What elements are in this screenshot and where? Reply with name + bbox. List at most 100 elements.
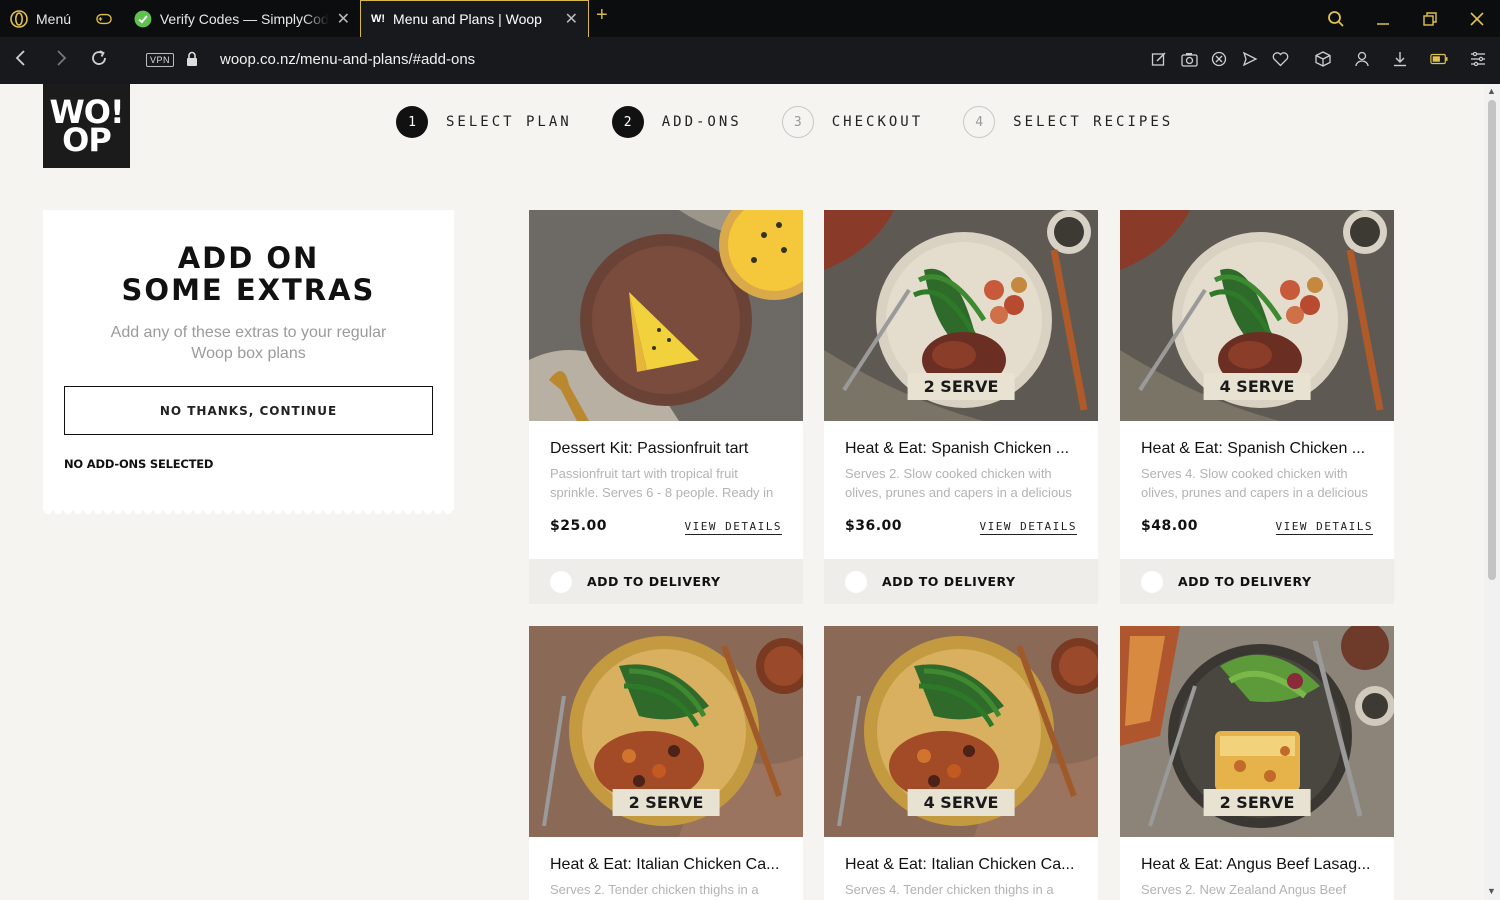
easy-setup-icon[interactable] [1469,50,1487,68]
product-image[interactable]: 4 SERVE [824,626,1098,837]
step-select-recipes[interactable]: 4 SELECT RECIPES [963,106,1173,138]
profile-icon[interactable] [1353,50,1371,68]
add-to-delivery-toggle[interactable]: ADD TO DELIVERY [529,559,803,604]
view-details-link[interactable]: VIEW DETAILS [979,520,1077,535]
gamepad-icon [96,13,112,24]
product-name: Heat & Eat: Italian Chicken Ca... [845,856,1075,873]
product-name: Heat & Eat: Italian Chicken Ca... [550,856,780,873]
product-name: Dessert Kit: Passionfruit tart [550,440,749,457]
product-image[interactable]: 4 SERVE [1120,210,1394,421]
add-ons-summary-panel: ADD ON SOME EXTRAS Add any of these extr… [43,210,454,516]
lock-icon[interactable] [186,51,198,72]
step-label: SELECT PLAN [446,114,572,130]
tab-label: Verify Codes — SimplyCodes [159,10,329,27]
product-card: 2 SERVE Heat & Eat: Angus Beef Lasag... … [1120,626,1394,900]
step-number: 3 [781,106,814,138]
product-description: Serves 2. Slow cooked chicken with olive… [845,466,1072,500]
address-bar: VPN woop.co.nz/menu-and-plans/#add-ons [0,37,1500,84]
woop-favicon-icon: W! [371,13,386,25]
product-image[interactable] [529,210,803,421]
scroll-down-arrow-icon[interactable]: ▼ [1487,886,1496,896]
serve-badge: 2 SERVE [612,789,720,816]
scrollbar-thumb[interactable] [1488,100,1496,580]
add-to-delivery-toggle[interactable]: ADD TO DELIVERY [1120,559,1394,604]
box-icon[interactable] [1314,50,1332,68]
product-card: 2 SERVE Heat & Eat: Italian Chicken Ca..… [529,626,803,900]
product-image[interactable]: 2 SERVE [529,626,803,837]
product-card: Dessert Kit: Passionfruit tart Passionfr… [529,210,803,604]
add-radio[interactable] [845,570,867,593]
product-card: 4 SERVE Heat & Eat: Italian Chicken Ca..… [824,626,1098,900]
step-label: CHECKOUT [831,114,924,130]
product-description: Passionfruit tart with tropical fruit sp… [550,466,774,500]
product-price: $48.00 [1141,518,1199,534]
close-tab-icon[interactable]: ✕ [565,9,578,29]
tab-woop[interactable]: W! Menu and Plans | Woop ✕ [360,0,589,37]
tab-menu[interactable]: Menú [0,0,86,37]
serve-badge: 4 SERVE [907,789,1015,816]
view-details-link[interactable]: VIEW DETAILS [684,520,782,535]
heart-icon[interactable] [1271,50,1289,68]
download-icon[interactable] [1391,50,1409,68]
product-name: Heat & Eat: Spanish Chicken ... [845,440,1070,457]
panel-title: ADD ON SOME EXTRAS [43,242,454,306]
add-to-delivery-toggle[interactable]: ADD TO DELIVERY [824,559,1098,604]
add-radio[interactable] [550,570,572,593]
edit-icon[interactable] [1150,50,1168,68]
adblock-icon[interactable] [1210,50,1228,68]
product-card: 4 SERVE Heat & Eat: Spanish Chicken ... … [1120,210,1394,604]
page-scrollbar[interactable]: ▲ ▼ [1484,84,1500,900]
checkout-steps: 1 SELECT PLAN 2 ADD-ONS 3 CHECKOUT 4 SEL… [396,106,1213,138]
product-description: Serves 2. Tender chicken thighs in a [550,882,759,897]
step-number: 1 [396,106,428,138]
search-icon[interactable] [1316,0,1356,37]
woop-logo[interactable]: WO! OP [43,84,130,168]
add-radio[interactable] [1141,570,1163,593]
close-window-icon[interactable] [1457,0,1497,37]
send-icon[interactable] [1241,50,1259,68]
product-image[interactable]: 2 SERVE [824,210,1098,421]
forward-icon[interactable] [54,49,68,72]
no-thanks-continue-button[interactable]: NO THANKS, CONTINUE [64,386,433,435]
restore-icon[interactable] [1410,0,1450,37]
minimize-icon[interactable] [1363,0,1403,37]
step-number: 2 [611,106,644,138]
product-description: Serves 2. New Zealand Angus Beef [1141,882,1347,897]
tab-simplycodes[interactable]: Verify Codes — SimplyCodes ✕ [124,0,360,37]
step-label: ADD-ONS [661,114,742,130]
url-input[interactable]: woop.co.nz/menu-and-plans/#add-ons [220,51,475,68]
product-name: Heat & Eat: Angus Beef Lasag... [1141,856,1371,873]
new-tab-button[interactable]: + [596,4,608,27]
simplycodes-icon [134,10,152,27]
add-to-delivery-label: ADD TO DELIVERY [882,574,1016,589]
browser-tab-bar: Menú Verify Codes — SimplyCodes ✕ W! Men… [0,0,1500,37]
battery-saver-icon[interactable] [1430,50,1448,68]
product-description: Serves 4. Tender chicken thighs in a [845,882,1054,897]
logo-line-2: OP [62,121,112,159]
serve-badge: 4 SERVE [1203,373,1311,400]
page-content: WO! OP 1 SELECT PLAN 2 ADD-ONS 3 CHECKOU… [0,84,1484,900]
panel-subtitle: Add any of these extras to your regular … [110,324,387,362]
view-details-link[interactable]: VIEW DETAILS [1275,520,1373,535]
product-name: Heat & Eat: Spanish Chicken ... [1141,440,1366,457]
tart-image [529,210,803,421]
product-card: 2 SERVE Heat & Eat: Spanish Chicken ... … [824,210,1098,604]
vpn-badge[interactable]: VPN [146,53,175,67]
add-ons-status: NO ADD-ONS SELECTED [64,457,214,471]
back-icon[interactable] [14,49,28,72]
product-image[interactable]: 2 SERVE [1120,626,1394,837]
reload-icon[interactable] [90,49,108,72]
opera-icon [10,9,28,28]
step-select-plan[interactable]: 1 SELECT PLAN [396,106,572,138]
tab-gaming[interactable] [86,0,122,37]
camera-icon[interactable] [1180,50,1198,68]
close-tab-icon[interactable]: ✕ [337,9,350,29]
panel-title-line-1: ADD ON [177,241,320,275]
tab-label: Menú [36,10,72,27]
add-to-delivery-label: ADD TO DELIVERY [1178,574,1312,589]
step-checkout[interactable]: 3 CHECKOUT [781,106,924,138]
add-to-delivery-label: ADD TO DELIVERY [587,574,721,589]
product-description: Serves 4. Slow cooked chicken with olive… [1141,466,1368,500]
step-add-ons[interactable]: 2 ADD-ONS [611,106,742,138]
scroll-up-arrow-icon[interactable]: ▲ [1487,86,1496,96]
